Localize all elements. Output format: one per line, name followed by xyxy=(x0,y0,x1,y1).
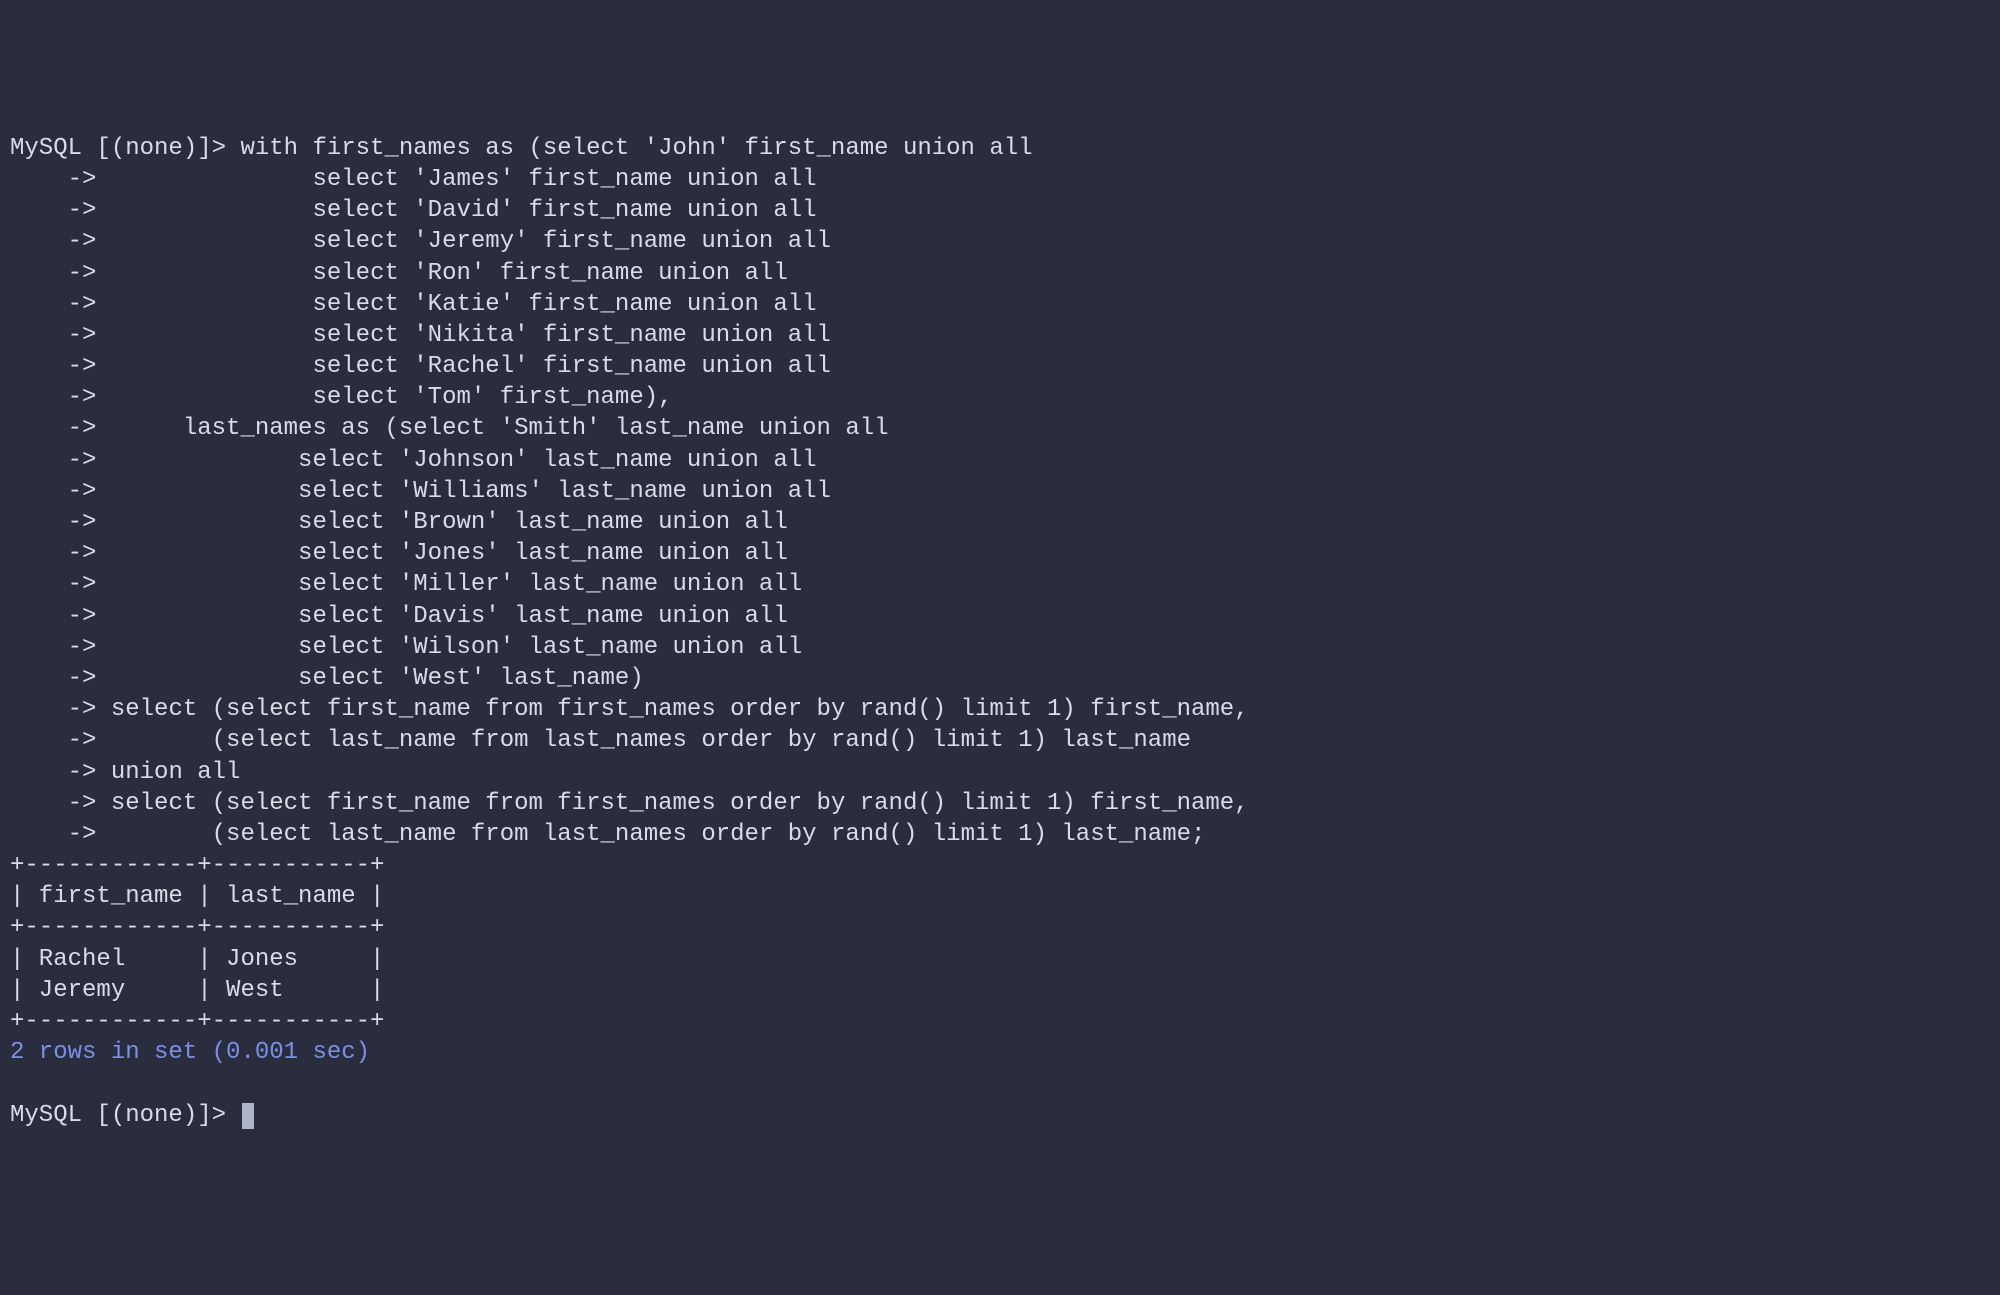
sql-line: select 'Johnson' last_name union all xyxy=(111,447,817,474)
sql-line: select 'Jeremy' first_name union all xyxy=(111,228,831,255)
sql-line: last_names as (select 'Smith' last_name … xyxy=(111,415,889,442)
continuation-prompt: -> xyxy=(10,322,111,349)
continuation-prompt: -> xyxy=(10,759,111,786)
continuation-prompt: -> xyxy=(10,821,111,848)
sql-line: select (select first_name from first_nam… xyxy=(111,790,1249,817)
continuation-prompt: -> xyxy=(10,540,111,567)
cursor-icon xyxy=(242,1103,254,1129)
continuation-prompt: -> xyxy=(10,727,111,754)
table-row: | Jeremy | West | xyxy=(10,975,1990,1006)
continuation-prompt: -> xyxy=(10,790,111,817)
continuation-prompt: -> xyxy=(10,603,111,630)
continuation-prompt: -> xyxy=(10,260,111,287)
continuation-prompt: -> xyxy=(10,634,111,661)
sql-line: select 'Jones' last_name union all xyxy=(111,540,788,567)
sql-line: select 'Wilson' last_name union all xyxy=(111,634,802,661)
sql-line: select 'Tom' first_name), xyxy=(111,384,673,411)
sql-line: (select last_name from last_names order … xyxy=(111,821,1206,848)
continuation-prompt: -> xyxy=(10,447,111,474)
continuation-prompt: -> xyxy=(10,291,111,318)
continuation-prompt: -> xyxy=(10,509,111,536)
sql-line: select 'West' last_name) xyxy=(111,665,644,692)
sql-line: select 'David' first_name union all xyxy=(111,197,817,224)
continuation-prompt: -> xyxy=(10,665,111,692)
terminal[interactable]: MySQL [(none)]> with first_names as (sel… xyxy=(10,133,1990,1131)
continuation-prompt: -> xyxy=(10,353,111,380)
sql-line: select 'Rachel' first_name union all xyxy=(111,353,831,380)
sql-line: select 'Nikita' first_name union all xyxy=(111,322,831,349)
continuation-prompt: -> xyxy=(10,166,111,193)
continuation-prompt: -> xyxy=(10,571,111,598)
continuation-prompt: -> xyxy=(10,696,111,723)
continuation-prompt: -> xyxy=(10,415,111,442)
table-border: +------------+-----------+ xyxy=(10,912,1990,943)
sql-line: (select last_name from last_names order … xyxy=(111,727,1191,754)
sql-line: select (select first_name from first_nam… xyxy=(111,696,1249,723)
table-header: | first_name | last_name | xyxy=(10,881,1990,912)
continuation-prompt: -> xyxy=(10,228,111,255)
sql-line: select 'Katie' first_name union all xyxy=(111,291,817,318)
table-row: | Rachel | Jones | xyxy=(10,944,1990,975)
table-border: +------------+-----------+ xyxy=(10,850,1990,881)
sql-line: select 'Miller' last_name union all xyxy=(111,571,802,598)
sql-line: with first_names as (select 'John' first… xyxy=(240,135,1032,162)
continuation-prompt: -> xyxy=(10,197,111,224)
result-summary: 2 rows in set (0.001 sec) xyxy=(10,1037,1990,1068)
sql-line: select 'Ron' first_name union all xyxy=(111,260,788,287)
continuation-prompt: -> xyxy=(10,478,111,505)
sql-line: select 'James' first_name union all xyxy=(111,166,817,193)
mysql-prompt[interactable]: MySQL [(none)]> xyxy=(10,1102,240,1129)
mysql-prompt: MySQL [(none)]> xyxy=(10,135,240,162)
sql-line: select 'Davis' last_name union all xyxy=(111,603,788,630)
table-border: +------------+-----------+ xyxy=(10,1006,1990,1037)
sql-line: select 'Brown' last_name union all xyxy=(111,509,788,536)
sql-line: union all xyxy=(111,759,241,786)
sql-line: select 'Williams' last_name union all xyxy=(111,478,831,505)
continuation-prompt: -> xyxy=(10,384,111,411)
